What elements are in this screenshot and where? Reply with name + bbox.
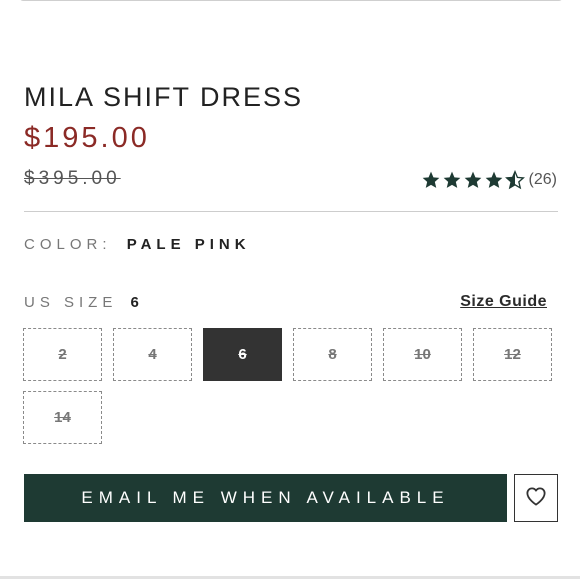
- original-price: $395.00: [24, 168, 121, 189]
- sale-price: $195.00: [24, 122, 150, 154]
- color-label: COLOR:: [24, 236, 112, 253]
- size-option-10[interactable]: 10: [383, 328, 462, 381]
- color-selection: COLOR: PALE PINK: [24, 236, 251, 253]
- wishlist-button[interactable]: [514, 474, 558, 522]
- size-option-2[interactable]: 2: [23, 328, 102, 381]
- selected-size-value: 6: [130, 294, 144, 311]
- size-guide-link[interactable]: Size Guide: [460, 293, 547, 311]
- size-label: US SIZE: [24, 294, 118, 311]
- email-me-when-available-button[interactable]: EMAIL ME WHEN AVAILABLE: [24, 474, 507, 522]
- product-title: MILA SHIFT DRESS: [24, 82, 304, 112]
- size-option-4[interactable]: 4: [113, 328, 192, 381]
- review-count[interactable]: (26): [529, 171, 557, 189]
- star-full-icon: [484, 170, 504, 190]
- star-half-icon: [504, 170, 525, 190]
- size-option-8[interactable]: 8: [293, 328, 372, 381]
- top-input-edge: [20, 0, 562, 1]
- size-option-6[interactable]: 6: [203, 328, 282, 381]
- star-full-icon: [421, 170, 441, 190]
- size-selection: US SIZE 6: [24, 294, 144, 311]
- size-option-14[interactable]: 14: [23, 391, 102, 444]
- star-full-icon: [463, 170, 483, 190]
- star-full-icon: [442, 170, 462, 190]
- heart-icon: [525, 486, 547, 511]
- section-divider: [24, 211, 558, 212]
- product-rating[interactable]: (26): [420, 170, 557, 190]
- size-option-12[interactable]: 12: [473, 328, 552, 381]
- color-value: PALE PINK: [126, 236, 251, 253]
